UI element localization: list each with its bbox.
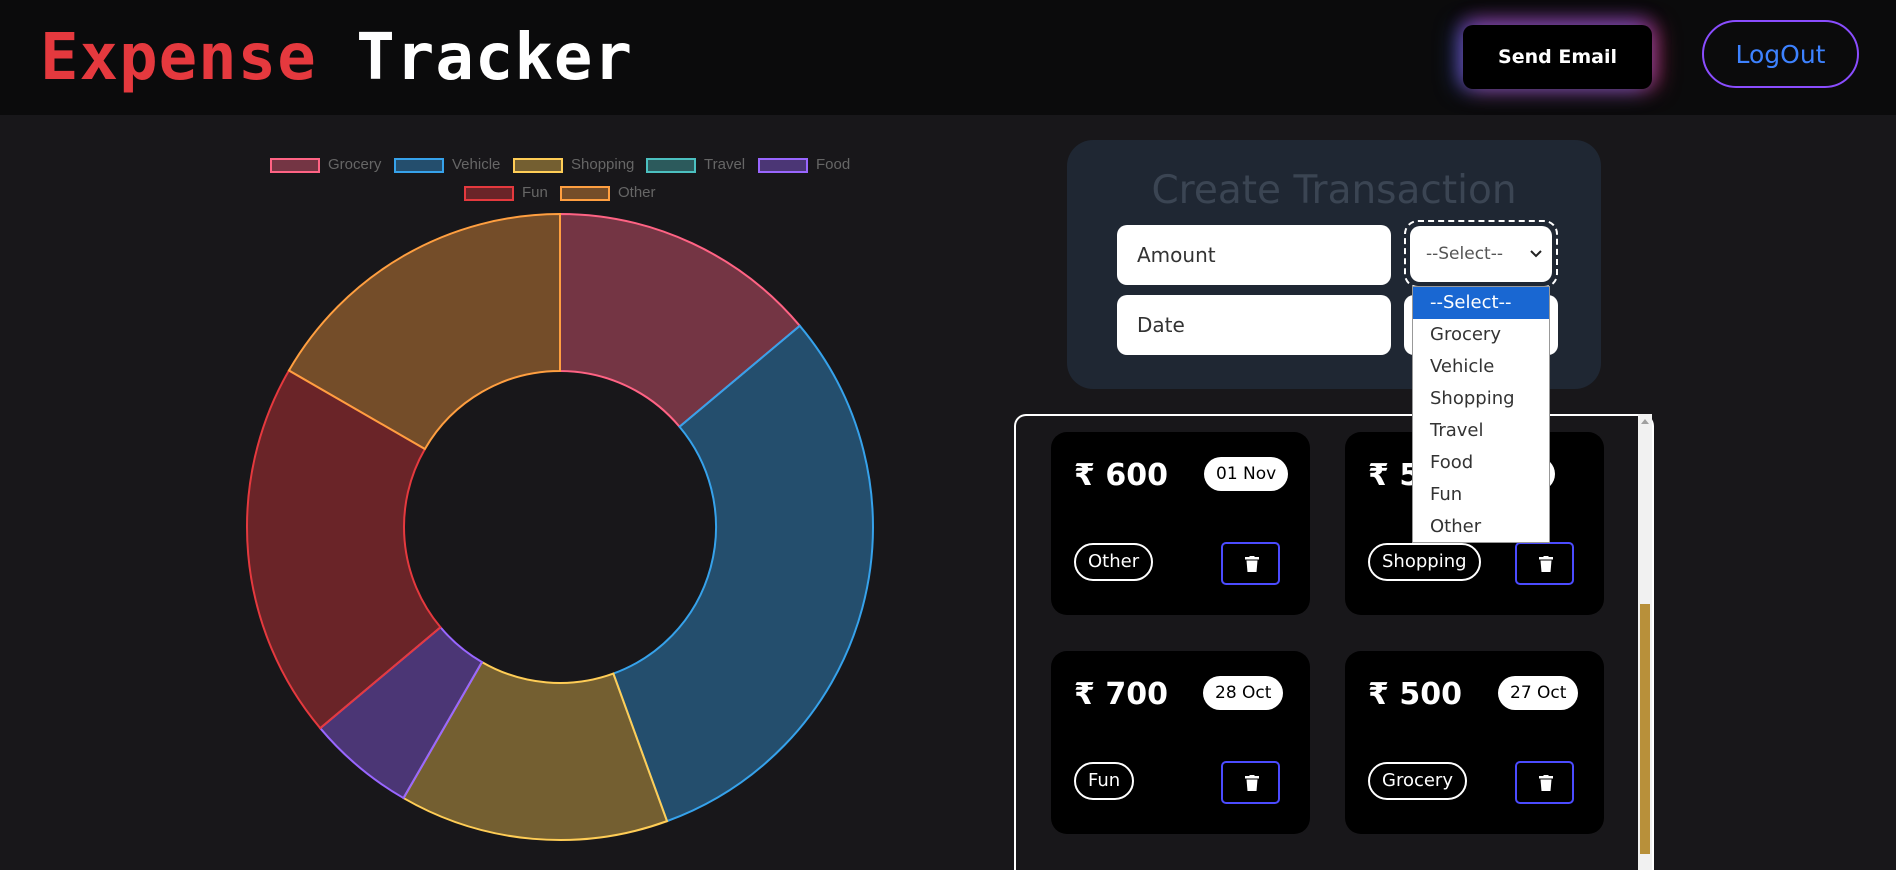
header: Expense Tracker Send Email LogOut (0, 0, 1896, 115)
expense-chart: Grocery Vehicle Shopping Travel Food Fun… (0, 115, 1010, 870)
transaction-category: Fun (1074, 762, 1135, 800)
doughnut-chart (246, 212, 874, 841)
transaction-card: ₹ 500 27 Oct Grocery (1345, 651, 1604, 834)
delete-button[interactable] (1515, 542, 1574, 585)
delete-button[interactable] (1221, 761, 1280, 804)
delete-button[interactable] (1221, 542, 1280, 585)
dropdown-option[interactable]: Grocery (1413, 319, 1549, 351)
scrollbar-thumb[interactable] (1640, 604, 1650, 854)
trash-icon (1539, 556, 1553, 572)
dropdown-option[interactable]: --Select-- (1413, 287, 1549, 319)
app-logo: Expense Tracker (40, 18, 633, 98)
logout-button[interactable]: LogOut (1702, 20, 1859, 88)
trash-icon (1245, 556, 1259, 572)
transaction-card: ₹ 700 28 Oct Fun (1051, 651, 1310, 834)
dropdown-option[interactable]: Fun (1413, 479, 1549, 511)
transaction-category: Shopping (1368, 543, 1481, 581)
chevron-down-icon (1530, 226, 1542, 282)
trash-icon (1539, 775, 1553, 791)
logo-word-tracker: Tracker (356, 21, 633, 95)
delete-button[interactable] (1515, 761, 1574, 804)
transaction-date: 01 Nov (1204, 457, 1289, 491)
amount-input[interactable]: Amount (1117, 225, 1391, 285)
transaction-category: Other (1074, 543, 1154, 581)
transaction-amount: ₹ 700 (1074, 677, 1168, 712)
category-select[interactable]: --Select-- (1410, 226, 1552, 282)
create-transaction-title: Create Transaction (1151, 168, 1517, 213)
transaction-amount: ₹ 600 (1074, 458, 1168, 493)
logo-word-expense: Expense (40, 21, 317, 95)
transaction-date: 27 Oct (1498, 676, 1579, 710)
category-dropdown: --Select-- Grocery Vehicle Shopping Trav… (1412, 286, 1550, 543)
date-input[interactable]: Date (1117, 295, 1391, 355)
trash-icon (1245, 775, 1259, 791)
category-select-value: --Select-- (1426, 244, 1503, 264)
transaction-card: ₹ 600 01 Nov Other (1051, 432, 1310, 615)
dropdown-option[interactable]: Other (1413, 511, 1549, 543)
scroll-up-arrow-icon[interactable] (1640, 417, 1650, 425)
dropdown-option[interactable]: Food (1413, 447, 1549, 479)
transaction-amount: ₹ 500 (1368, 677, 1462, 712)
dropdown-option[interactable]: Vehicle (1413, 351, 1549, 383)
dropdown-option[interactable]: Travel (1413, 415, 1549, 447)
transaction-date: 28 Oct (1203, 676, 1284, 710)
transaction-category: Grocery (1368, 762, 1467, 800)
send-email-button[interactable]: Send Email (1463, 25, 1652, 89)
dropdown-option[interactable]: Shopping (1413, 383, 1549, 415)
